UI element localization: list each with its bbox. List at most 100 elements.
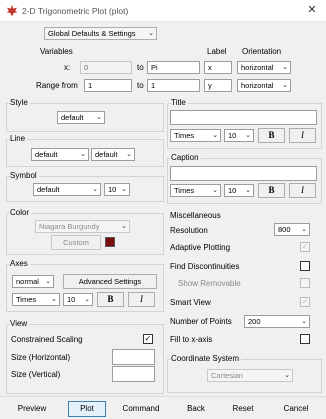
chevron-down-icon: ⌄ (282, 82, 288, 89)
size-vertical-field[interactable] (112, 366, 155, 382)
axes-size-dropdown[interactable]: 10 ⌄ (63, 293, 93, 306)
chevron-down-icon: ⌄ (148, 30, 154, 37)
line-style-dropdown[interactable]: default ⌄ (31, 148, 89, 161)
chevron-down-icon: ⌄ (284, 372, 290, 379)
number-of-points-dropdown[interactable]: 200 ⌄ (244, 315, 310, 328)
dialog-body: Global Defaults & Settings ⌄ Variables La… (0, 22, 326, 396)
resolution-dropdown[interactable]: 800 ⌄ (274, 223, 310, 236)
adaptive-plotting-label: Adaptive Plotting (170, 243, 231, 252)
plot-button[interactable]: Plot (68, 401, 106, 417)
size-vertical-label: Size (Vertical) (11, 370, 61, 379)
color-dropdown[interactable]: Niagara Burgundy ⌄ (35, 220, 130, 233)
find-discontinuities-label: Find Discontinuities (170, 262, 240, 271)
axes-heading: Axes (10, 259, 30, 268)
title-heading: Title (171, 98, 188, 107)
view-heading: View (10, 319, 30, 328)
range-to-field[interactable]: 1 (147, 79, 200, 92)
caption-bold-button[interactable]: B (258, 183, 285, 198)
x-axis-label-field[interactable]: x (204, 61, 232, 74)
coordinate-system-dropdown[interactable]: Cartesian ⌄ (207, 369, 293, 382)
number-of-points-label: Number of Points (170, 317, 232, 326)
show-removable-checkbox[interactable] (300, 278, 310, 288)
title-bar: 2-D Trigonometric Plot (plot) ✕ (0, 0, 326, 22)
to-label: to (137, 81, 144, 90)
advanced-settings-button[interactable]: Advanced Settings (63, 274, 157, 289)
chevron-down-icon: ⌄ (80, 151, 86, 158)
title-italic-button[interactable]: I (289, 128, 316, 143)
x-from-field[interactable]: 0 (80, 61, 132, 74)
chevron-down-icon: ⌄ (121, 223, 127, 230)
chevron-down-icon: ⌄ (51, 296, 57, 303)
axes-font-dropdown[interactable]: Times ⌄ (12, 293, 60, 306)
custom-color-button[interactable]: Custom (51, 235, 101, 250)
size-horizontal-field[interactable] (112, 349, 155, 365)
style-dropdown[interactable]: default ⌄ (57, 111, 105, 124)
reset-button[interactable]: Reset (226, 401, 260, 417)
back-button[interactable]: Back (180, 401, 212, 417)
symbol-heading: Symbol (10, 171, 39, 180)
range-from-label: Range from (36, 81, 78, 90)
chevron-down-icon: ⌄ (121, 186, 127, 193)
miscellaneous-heading: Miscellaneous (170, 211, 221, 220)
show-removable-label: Show Removable (178, 279, 241, 288)
maple-leaf-icon (6, 5, 18, 16)
chevron-down-icon: ⌄ (45, 278, 51, 285)
smart-view-label: Smart View (170, 298, 211, 307)
caption-font-dropdown[interactable]: Times ⌄ (170, 184, 221, 197)
title-bold-button[interactable]: B (258, 128, 285, 143)
title-font-dropdown[interactable]: Times ⌄ (170, 129, 221, 142)
to-label: to (137, 63, 144, 72)
variables-heading: Variables (40, 47, 73, 56)
caption-field[interactable] (170, 166, 317, 181)
color-swatch (105, 237, 115, 247)
style-heading: Style (10, 98, 30, 107)
chevron-down-icon: ⌄ (245, 187, 251, 194)
y-axis-label-field[interactable]: y (204, 79, 232, 92)
y-orientation-dropdown[interactable]: horizontal ⌄ (237, 79, 291, 92)
command-button[interactable]: Command (117, 401, 165, 417)
axes-italic-button[interactable]: I (128, 292, 155, 307)
chevron-down-icon: ⌄ (212, 132, 218, 139)
axes-bold-button[interactable]: B (97, 292, 124, 307)
title-size-dropdown[interactable]: 10 ⌄ (224, 129, 254, 142)
resolution-label: Resolution (170, 226, 208, 235)
x-variable-label: x: (64, 63, 71, 72)
close-icon[interactable]: ✕ (298, 0, 326, 22)
chevron-down-icon: ⌄ (301, 318, 307, 325)
fill-to-x-axis-checkbox[interactable] (300, 334, 310, 344)
chevron-down-icon: ⌄ (245, 132, 251, 139)
chevron-down-icon: ⌄ (126, 151, 132, 158)
fill-to-x-axis-label: Fill to x-axis (170, 335, 213, 344)
coordinate-system-heading: Coordinate System (171, 354, 242, 363)
caption-italic-button[interactable]: I (289, 183, 316, 198)
cancel-button[interactable]: Cancel (276, 401, 316, 417)
label-heading: Label (207, 47, 227, 56)
chevron-down-icon: ⌄ (212, 187, 218, 194)
bottom-button-bar: Preview Plot Command Back Reset Cancel (0, 396, 326, 419)
x-orientation-dropdown[interactable]: horizontal ⌄ (237, 61, 291, 74)
line-thickness-dropdown[interactable]: default ⌄ (91, 148, 135, 161)
constrained-scaling-checkbox[interactable]: ✓ (143, 334, 153, 344)
range-from-field[interactable]: 1 (84, 79, 132, 92)
symbol-dropdown[interactable]: default ⌄ (33, 183, 101, 196)
size-horizontal-label: Size (Horizontal) (11, 353, 71, 362)
title-field[interactable] (170, 110, 317, 125)
preview-button[interactable]: Preview (9, 401, 55, 417)
smart-view-checkbox[interactable]: ✓ (300, 297, 310, 307)
window-title: 2-D Trigonometric Plot (plot) (22, 6, 129, 16)
color-heading: Color (10, 208, 32, 217)
orientation-heading: Orientation (242, 47, 282, 56)
caption-heading: Caption (171, 153, 201, 162)
chevron-down-icon: ⌄ (96, 114, 102, 121)
find-discontinuities-checkbox[interactable] (300, 261, 310, 271)
global-defaults-dropdown[interactable]: Global Defaults & Settings ⌄ (44, 27, 157, 40)
line-heading: Line (10, 134, 28, 143)
axes-type-dropdown[interactable]: normal ⌄ (12, 275, 54, 288)
constrained-scaling-label: Constrained Scaling (11, 335, 83, 344)
adaptive-plotting-checkbox[interactable]: ✓ (300, 242, 310, 252)
caption-size-dropdown[interactable]: 10 ⌄ (224, 184, 254, 197)
chevron-down-icon: ⌄ (301, 226, 307, 233)
chevron-down-icon: ⌄ (282, 64, 288, 71)
x-to-field[interactable]: Pi (147, 61, 200, 74)
symbol-size-dropdown[interactable]: 10 ⌄ (104, 183, 130, 196)
